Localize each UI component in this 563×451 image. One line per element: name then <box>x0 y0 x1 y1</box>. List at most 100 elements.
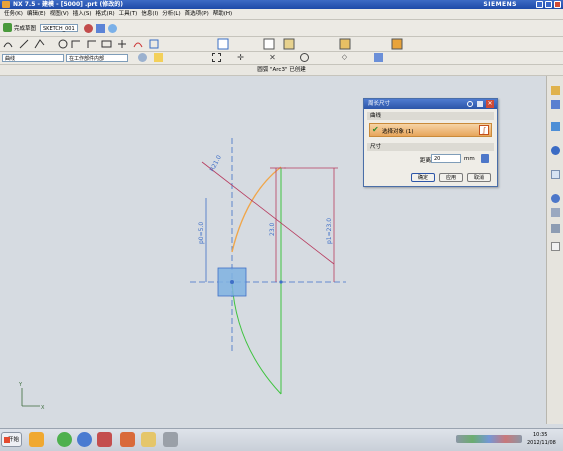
distance-input[interactable]: 20 <box>431 154 461 163</box>
select-object-row[interactable]: ✔ 选择对象 (1) ∫ <box>369 123 492 137</box>
type-filter-select[interactable]: 曲线 <box>2 54 64 62</box>
circle-icon <box>58 39 68 49</box>
section-curve[interactable]: 曲线 <box>367 112 494 120</box>
menu-item-insert[interactable]: 插入(S) <box>73 9 92 19</box>
rapid-dimension-icon <box>263 38 275 50</box>
radius-dimension-label[interactable]: R21.0 <box>209 154 223 173</box>
animate-dimension-icon <box>391 38 403 50</box>
p0-dimension-label[interactable]: p0=5.0 <box>198 222 205 244</box>
menu-item-view[interactable]: 视图(V) <box>50 9 69 19</box>
snap-midpoint-icon[interactable]: ✕ <box>268 53 277 62</box>
part-navigator-icon[interactable] <box>551 122 560 131</box>
process-studio-icon[interactable] <box>551 224 560 233</box>
menu-item-analysis[interactable]: 分析(L) <box>162 9 180 19</box>
clock-time: 10:35 <box>533 432 548 438</box>
taskbar-app-icon[interactable] <box>57 432 72 447</box>
dimension-icon <box>217 38 229 50</box>
curve-tool-icons <box>3 38 403 50</box>
spline-icon <box>133 42 143 48</box>
menu-item-tools[interactable]: 工具(T) <box>119 9 138 19</box>
menu-item-format[interactable]: 格式(R) <box>96 9 115 19</box>
constraint-icon <box>283 38 295 50</box>
system-materials-icon[interactable] <box>551 208 560 217</box>
close-button[interactable] <box>554 1 561 8</box>
reuse-library-icon[interactable] <box>551 146 560 155</box>
p1-dimension-label[interactable]: p1=23.0 <box>326 218 333 244</box>
dialog-header: 周长尺寸 ✕ <box>364 99 497 109</box>
taskbar-app-icon[interactable] <box>97 432 112 447</box>
check-icon: ✔ <box>372 125 379 134</box>
menu-item-task[interactable]: 任务(K) <box>4 9 23 19</box>
dialog-reset-icon[interactable] <box>467 101 473 107</box>
wcs-triad: X Y <box>18 382 45 411</box>
brand-label: SIEMENS <box>483 1 517 8</box>
cancel-button[interactable]: 取消 <box>467 173 491 182</box>
tray-icons[interactable] <box>456 435 522 443</box>
sketch-arc[interactable] <box>231 166 282 253</box>
svg-text:Y: Y <box>18 382 23 388</box>
sketch-name-select[interactable]: SKETCH_001 <box>40 24 78 32</box>
sketch-orient-icon[interactable] <box>84 24 93 33</box>
dialog-close-icon[interactable]: ✕ <box>486 100 494 108</box>
roles-icon[interactable] <box>551 242 560 251</box>
view-cube-icon[interactable] <box>374 53 383 62</box>
taskbar-app-icon[interactable] <box>120 432 135 447</box>
taskbar-app-icon[interactable] <box>141 432 156 447</box>
dialog-collapse-icon[interactable] <box>477 101 483 107</box>
select-box-icon[interactable] <box>212 53 221 62</box>
vertical-dimension-label[interactable]: 23.0 <box>269 222 276 236</box>
apply-button[interactable]: 应用 <box>439 173 463 182</box>
taskbar: 开始 10:35 2012/11/08 <box>0 428 563 451</box>
curve-select-icon[interactable]: ∫ <box>479 125 489 135</box>
constraint-navigator-icon[interactable] <box>551 100 560 109</box>
origin-point[interactable] <box>230 280 234 284</box>
arc-icon <box>34 39 45 49</box>
perimeter-dimension-dialog: 周长尺寸 ✕ 曲线 ✔ 选择对象 (1) ∫ 尺寸 距离 20 mm 确定 应用… <box>363 98 498 187</box>
menu-bar: 任务(K) 编辑(E) 视图(V) 插入(S) 格式(R) 工具(T) 信息(I… <box>0 9 563 20</box>
resource-bar <box>546 76 563 424</box>
curve-toolbar <box>0 37 563 52</box>
minimize-button[interactable] <box>536 1 543 8</box>
auto-constrain-icon <box>339 38 351 50</box>
menu-item-preferences[interactable]: 首选项(P) <box>185 9 209 19</box>
title-bar: NX 7.5 - 建模 - [5000] .prt (修改的) SIEMENS <box>0 0 563 9</box>
section-dimension[interactable]: 尺寸 <box>367 143 494 151</box>
start-button[interactable]: 开始 <box>1 432 22 447</box>
menu-item-edit[interactable]: 编辑(E) <box>27 9 46 19</box>
windows-logo-icon <box>4 437 10 443</box>
history-icon[interactable] <box>551 194 560 203</box>
settings-icon[interactable] <box>138 53 147 62</box>
distance-label: 距离 <box>420 158 432 164</box>
reattach-icon[interactable] <box>96 24 105 33</box>
ok-button[interactable]: 确定 <box>411 173 435 182</box>
intersection-point[interactable] <box>279 280 283 284</box>
maximize-button[interactable] <box>545 1 552 8</box>
rectangle-icon <box>101 40 112 48</box>
distance-options-icon[interactable] <box>481 154 489 163</box>
section-curve-label: 曲线 <box>370 113 382 119</box>
taskbar-app-icon[interactable] <box>77 432 92 447</box>
assembly-navigator-icon[interactable] <box>551 86 560 95</box>
snap-quadrant-icon[interactable]: ◇ <box>340 53 349 62</box>
finish-sketch-icon[interactable] <box>3 23 12 32</box>
taskbar-app-icon[interactable] <box>163 432 178 447</box>
taskbar-app-icon[interactable] <box>29 432 44 447</box>
selection-scope-select[interactable]: 在工作部件内部 <box>66 54 128 62</box>
menu-item-help[interactable]: 帮助(H) <box>213 9 232 19</box>
snap-point-icon[interactable] <box>154 53 163 62</box>
fillet-icon <box>71 40 80 48</box>
line-icon <box>19 39 29 49</box>
snap-endpoint-icon[interactable]: ✛ <box>236 53 245 62</box>
finish-sketch-label[interactable]: 完成草图 <box>14 24 36 32</box>
point-icon <box>118 40 126 48</box>
web-browser-icon[interactable] <box>551 170 560 179</box>
snap-center-icon[interactable] <box>300 53 309 62</box>
chamfer-icon <box>87 40 96 48</box>
sketch-curve-lower[interactable] <box>231 281 282 395</box>
offset-icon <box>149 39 159 49</box>
nx-logo-icon <box>2 1 10 8</box>
selection-toolbar: 曲线 在工作部件内部 ✛ ✕ ◇ <box>0 52 563 65</box>
clock-date: 2012/11/08 <box>527 440 556 446</box>
update-model-icon[interactable] <box>108 24 117 33</box>
menu-item-info[interactable]: 信息(I) <box>141 9 158 19</box>
